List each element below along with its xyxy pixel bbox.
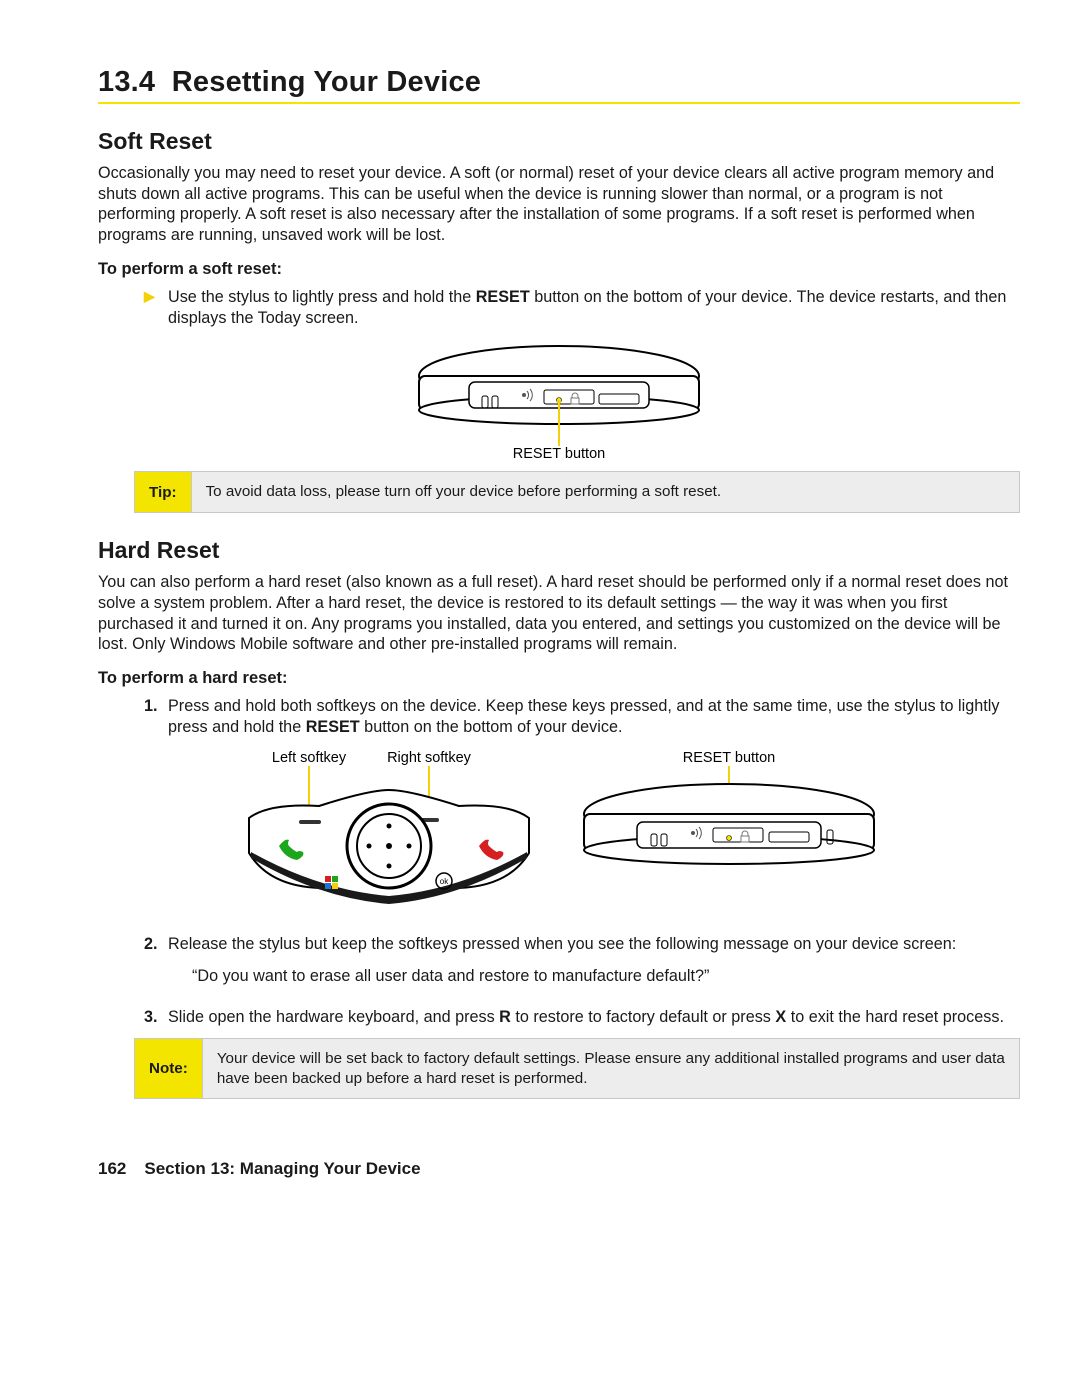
bullet-arrow-icon: ▶ xyxy=(144,287,168,328)
hard-reset-step1: Press and hold both softkeys on the devi… xyxy=(168,696,1020,737)
note-label: Note: xyxy=(135,1039,203,1099)
hard-reset-steps: 1. Press and hold both softkeys on the d… xyxy=(98,696,1020,737)
page-footer: 162 Section 13: Managing Your Device xyxy=(98,1159,1020,1179)
section-title: 13.4 Resetting Your Device xyxy=(98,66,1020,104)
reset-button-caption: RESET button xyxy=(683,750,775,766)
tip-label: Tip: xyxy=(135,472,192,512)
step-number: 3. xyxy=(144,1007,168,1028)
soft-reset-procedure-head: To perform a soft reset: xyxy=(98,260,1020,279)
hard-reset-procedure-head: To perform a hard reset: xyxy=(98,669,1020,688)
soft-reset-heading: Soft Reset xyxy=(98,128,1020,155)
soft-reset-body: Occasionally you may need to reset your … xyxy=(98,163,1020,246)
device-front-controls-illustration: Left softkey Right softkey xyxy=(239,748,539,918)
list-item: 3. Slide open the hardware keyboard, and… xyxy=(144,1007,1020,1028)
device-bottom-view-illustration: RESET button xyxy=(579,748,879,918)
soft-reset-figure: RESET button xyxy=(98,338,1020,463)
step-number: 1. xyxy=(144,696,168,737)
footer-section-label: Section 13: Managing Your Device xyxy=(144,1159,420,1179)
hard-reset-step2: Release the stylus but keep the softkeys… xyxy=(168,934,1020,997)
hard-reset-heading: Hard Reset xyxy=(98,537,1020,564)
page-number: 162 xyxy=(98,1159,126,1179)
tip-callout: Tip: To avoid data loss, please turn off… xyxy=(134,471,1020,513)
tip-body: To avoid data loss, please turn off your… xyxy=(192,472,1019,512)
soft-reset-steps: ▶ Use the stylus to lightly press and ho… xyxy=(98,287,1020,328)
reset-button-caption: RESET button xyxy=(513,446,605,458)
hard-reset-step3: Slide open the hardware keyboard, and pr… xyxy=(168,1007,1020,1028)
note-callout: Note: Your device will be set back to fa… xyxy=(134,1038,1020,1100)
section-title-text: Resetting Your Device xyxy=(172,66,481,98)
hard-reset-steps-cont: 2. Release the stylus but keep the softk… xyxy=(98,934,1020,1028)
list-item: 1. Press and hold both softkeys on the d… xyxy=(144,696,1020,737)
list-item: 2. Release the stylus but keep the softk… xyxy=(144,934,1020,997)
section-number: 13.4 xyxy=(98,66,155,98)
soft-reset-step1: Use the stylus to lightly press and hold… xyxy=(168,287,1020,328)
hard-reset-figure: Left softkey Right softkey xyxy=(98,748,1020,918)
right-softkey-caption: Right softkey xyxy=(387,750,472,766)
device-bottom-view-illustration: RESET button xyxy=(414,338,704,463)
list-item: ▶ Use the stylus to lightly press and ho… xyxy=(144,287,1020,328)
svg-text:ok: ok xyxy=(440,877,449,886)
left-softkey-caption: Left softkey xyxy=(272,750,347,766)
hard-reset-quote: “Do you want to erase all user data and … xyxy=(168,966,1020,987)
step-number: 2. xyxy=(144,934,168,997)
hard-reset-body: You can also perform a hard reset (also … xyxy=(98,572,1020,655)
note-body: Your device will be set back to factory … xyxy=(203,1039,1019,1099)
